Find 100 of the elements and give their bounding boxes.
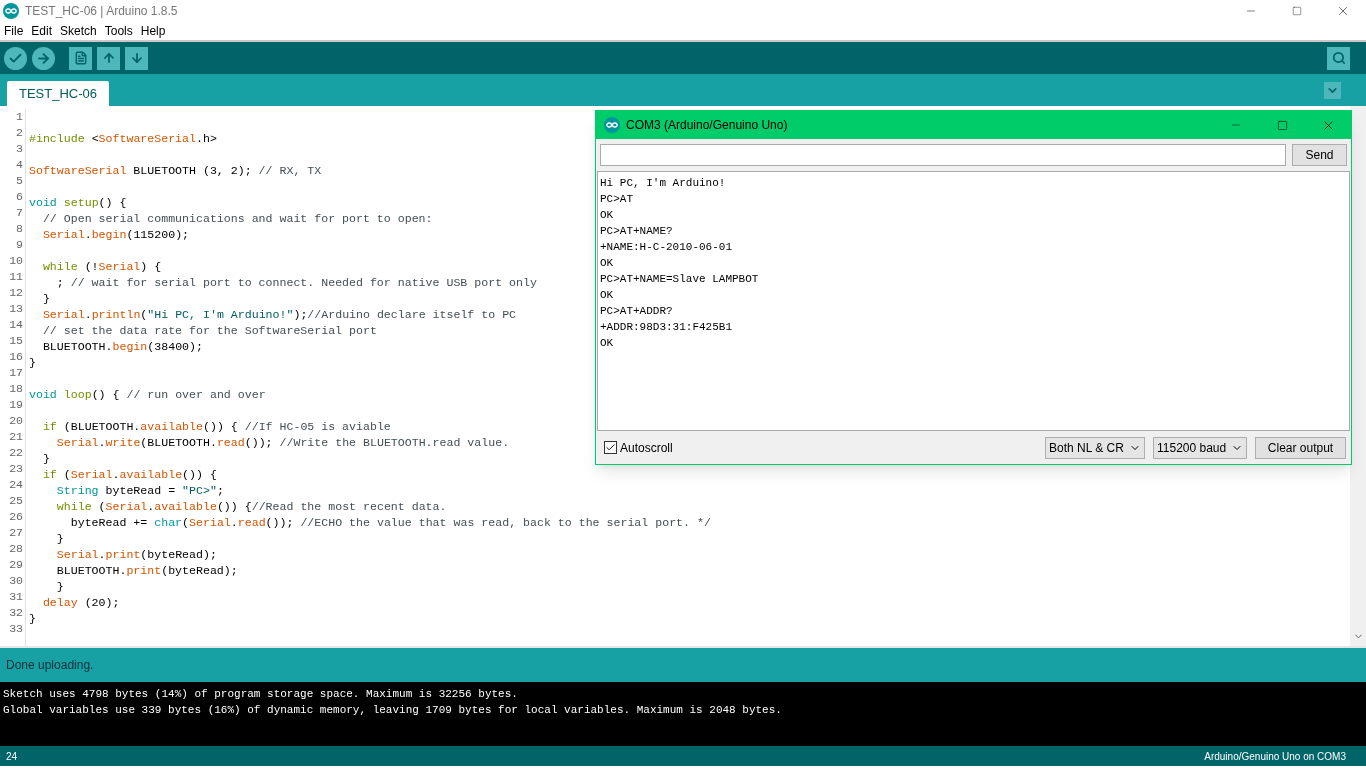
menu-item[interactable]: Sketch	[60, 22, 97, 40]
line-number: 18	[8, 381, 24, 397]
code-line: }	[55, 580, 64, 593]
line-number: 1	[15, 109, 24, 125]
line-ending-dropdown[interactable]: Both NL & CR	[1045, 436, 1145, 459]
line-number: 22	[8, 445, 24, 461]
menu-item[interactable]: Help	[140, 22, 166, 40]
code-line: }	[41, 452, 50, 465]
code-line: }	[29, 612, 36, 625]
line-number: 30	[8, 573, 24, 589]
line-number: 21	[8, 429, 24, 445]
line-number: 6	[15, 189, 24, 205]
code-line: if (BLUETOOTH.available()) { //If HC-05 is aviable	[41, 420, 391, 433]
line-number: 28	[8, 541, 24, 557]
line-indicator: 24	[6, 749, 18, 764]
open-button[interactable]	[97, 46, 120, 70]
board-info: Arduino/Genuino Uno on COM3	[1204, 749, 1346, 764]
code-line: while (!Serial) {	[41, 260, 162, 273]
line-number: 10	[8, 253, 24, 269]
line-number: 33	[8, 621, 24, 637]
save-button[interactable]	[125, 46, 148, 70]
status-message: Done uploading.	[6, 657, 94, 674]
line-number: 2	[15, 125, 24, 141]
window-title: TEST_HC-06 | Arduino 1.8.5	[25, 3, 178, 20]
line-number: 8	[15, 221, 24, 237]
code-line: void loop() { // run over and over	[29, 388, 266, 401]
scrollbar[interactable]	[1350, 106, 1366, 646]
line-number: 11	[8, 269, 24, 285]
line-number: 15	[8, 333, 24, 349]
code-line: void setup() {	[29, 196, 127, 209]
document-icon	[73, 51, 88, 65]
code-line: }	[29, 356, 36, 369]
code-line: delay (20);	[41, 596, 120, 609]
new-button[interactable]	[69, 46, 92, 70]
tab[interactable]: TEST_HC-06	[7, 81, 110, 106]
line-number: 20	[8, 413, 24, 429]
upload-button[interactable]	[32, 46, 55, 70]
code-line: SoftwareSerial BLUETOOTH (3, 2); // RX, TX	[29, 164, 322, 177]
output-line: PC>AT+ADDR?	[600, 304, 674, 319]
arrow-right-icon	[36, 50, 51, 66]
code-line: // set the data rate for the SoftwareSerial port	[41, 324, 377, 337]
code-line: if (Serial.available()) {	[41, 468, 217, 481]
clear-output-button[interactable]: Clear output	[1255, 436, 1346, 459]
code-line: String byteRead = "PC>";	[55, 484, 224, 497]
message-input-field[interactable]	[600, 144, 1286, 166]
line-number: 26	[8, 509, 24, 525]
baud-rate-dropdown[interactable]: 115200 baud	[1153, 436, 1247, 459]
line-number: 14	[8, 317, 24, 333]
line-number: 23	[8, 461, 24, 477]
console-line: Global variables use 339 bytes (16%) of dynamic memory, leaving 1709 bytes for local variables. Maximum is 2048 bytes.	[3, 703, 783, 718]
line-number: 32	[8, 605, 24, 621]
logo-icon	[604, 117, 620, 133]
maximize-icon	[1276, 119, 1288, 131]
code-line: ; // wait for serial port to connect. Needed for native USB port only	[55, 276, 537, 289]
autoscroll-checkbox[interactable]	[604, 441, 617, 454]
line-number: 17	[8, 365, 24, 381]
output-line: PC>AT+NAME=Slave LAMPBOT	[600, 272, 760, 287]
line-number: 25	[8, 493, 24, 509]
menu-item[interactable]: File	[4, 22, 24, 40]
verify-button[interactable]	[4, 46, 27, 70]
line-number: 24	[8, 477, 24, 493]
output-line: OK	[600, 336, 615, 351]
line-number: 3	[15, 141, 24, 157]
send-button[interactable]: Send	[1292, 144, 1347, 166]
code-line: Serial.print(byteRead);	[55, 548, 217, 561]
code-line: #include <SoftwareSerial.h>	[29, 132, 217, 145]
line-number: 7	[15, 205, 24, 221]
menu-item[interactable]: Tools	[104, 22, 133, 40]
code-line: Serial.write(BLUETOOTH.read()); //Write the BLUETOOTH.read value.	[55, 436, 510, 449]
tab-menu-button[interactable]	[1324, 82, 1341, 99]
code-line: // Open serial communications and wait for port to open:	[41, 212, 433, 225]
check-icon	[605, 442, 616, 453]
line-number: 13	[8, 301, 24, 317]
output-line: OK	[600, 208, 615, 223]
maximize-icon	[1292, 6, 1302, 16]
output-line: +NAME:H-C-2010-06-01	[600, 240, 734, 255]
code-line: BLUETOOTH.print(byteRead);	[55, 564, 238, 577]
autoscroll-label: Autoscroll	[620, 439, 673, 457]
line-number: 31	[8, 589, 24, 605]
line-number: 4	[15, 157, 24, 173]
code-line: byteRead += char(Serial.read()); //ECHO the value that was read, back to the serial port. */	[69, 516, 711, 529]
code-line: }	[41, 292, 50, 305]
line-number: 9	[15, 237, 24, 253]
code-line: while (Serial.available()) {//Read the most recent data.	[55, 500, 447, 513]
monitor-title: COM3 (Arduino/Genuino Uno)	[626, 117, 788, 134]
logo-icon	[3, 3, 19, 19]
output-line: OK	[600, 256, 615, 271]
serial-monitor-button[interactable]	[1327, 46, 1350, 70]
code-line: Serial.begin(115200);	[41, 228, 190, 241]
output-line: OK	[600, 288, 615, 303]
line-number: 19	[8, 397, 24, 413]
menu-item[interactable]: Edit	[31, 22, 53, 40]
output-line: +ADDR:98D3:31:F425B1	[600, 320, 734, 335]
console-line: Sketch uses 4798 bytes (14%) of program storage space. Maximum is 32256 bytes.	[3, 687, 519, 702]
line-number: 16	[8, 349, 24, 365]
output-line: PC>AT+NAME?	[600, 224, 674, 239]
code-line: Serial.println("Hi PC, I'm Arduino!");//Arduino declare itself to PC	[41, 308, 517, 321]
output-line: PC>AT	[600, 192, 634, 207]
code-line: BLUETOOTH.begin(38400);	[41, 340, 203, 353]
close-icon	[1336, 4, 1350, 18]
